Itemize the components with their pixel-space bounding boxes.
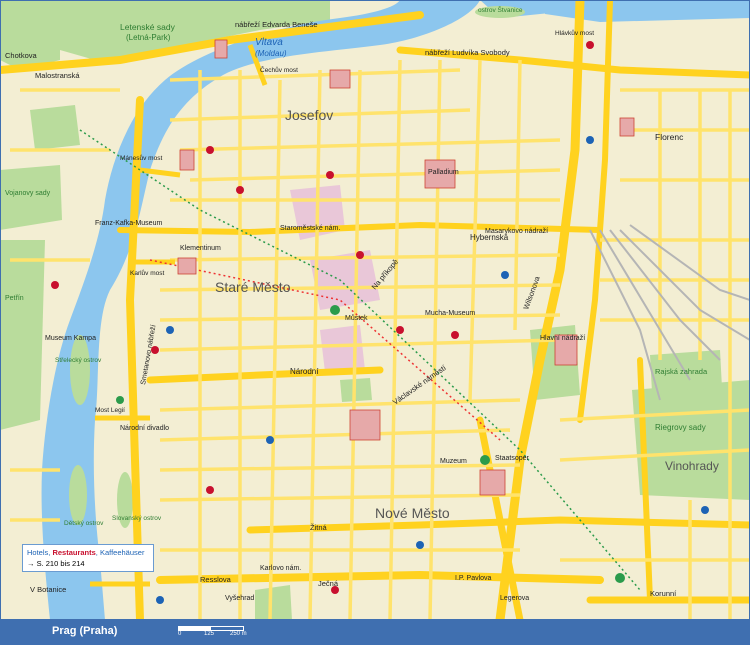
label-pavlova: I.P. Pavlova xyxy=(455,575,492,582)
label-legerova: Legerova xyxy=(500,595,529,602)
petrin-park xyxy=(0,240,45,430)
label-mucha: Mucha-Museum xyxy=(425,310,475,317)
label-letenske-sady: Letenské sady xyxy=(120,22,176,32)
label-staatsoper: Staatsoper xyxy=(495,455,530,462)
label-cechuv: Čechův most xyxy=(260,65,298,74)
restaurant-marker xyxy=(151,346,159,354)
label-klementinum: Klementinum xyxy=(180,245,221,252)
label-chotkova: Chotkova xyxy=(5,51,38,60)
label-petrin: Petřín xyxy=(5,295,24,302)
metro-marker xyxy=(615,573,625,583)
legend-box: Hotels, Restaurants, Kaffeehäuser → S. 2… xyxy=(22,544,154,572)
label-korunni: Korunní xyxy=(650,589,677,598)
label-riegrovy: Riegrovy sady xyxy=(655,423,706,432)
legend-page-ref: → S. 210 bis 214 xyxy=(27,559,85,568)
label-letna-park: (Letná-Park) xyxy=(126,33,171,42)
restaurant-marker xyxy=(356,251,364,259)
label-florenc: Florenc xyxy=(655,132,684,142)
restaurant-marker xyxy=(206,486,214,494)
hotel-marker xyxy=(416,541,424,549)
label-narodni-divadlo: Národní divadlo xyxy=(120,425,169,432)
vojanovy-sady-park xyxy=(0,165,62,230)
map-canvas: Letenské sady (Letná-Park) Vltava (Molda… xyxy=(0,0,750,620)
florenc-block xyxy=(619,117,635,137)
label-karlsbrucke: Karlův most xyxy=(130,269,165,277)
label-moldau: (Moldau) xyxy=(255,49,287,58)
label-malostranska: Malostranská xyxy=(35,71,80,80)
city-map[interactable]: Letenské sady (Letná-Park) Vltava (Molda… xyxy=(0,0,750,620)
label-strelecky: Střelecký ostrov xyxy=(55,357,102,364)
scale-mid: 125 xyxy=(204,631,215,637)
restaurant-marker xyxy=(206,146,214,154)
label-nabrezi-svobody: nábřeží Ludvíka Svobody xyxy=(425,48,510,57)
karlovo-park xyxy=(255,585,292,620)
clementinum-block xyxy=(177,257,197,275)
lucerna-block xyxy=(349,409,381,441)
jungmann-zone xyxy=(320,325,365,372)
label-hlavkuv: Hlávkův most xyxy=(555,29,594,37)
rudolfinum-block xyxy=(179,149,195,171)
label-nove-mesto: Nové Město xyxy=(375,505,450,521)
staatsoper-block xyxy=(479,469,506,496)
restaurant-marker xyxy=(451,331,459,339)
label-zitna: Žitná xyxy=(310,523,328,532)
label-vojanovy: Vojanovy sady xyxy=(5,190,51,197)
restaurant-marker xyxy=(586,41,594,49)
label-vinohrady: Vinohrady xyxy=(665,459,719,473)
hotel-marker xyxy=(501,271,509,279)
hotel-marker xyxy=(156,596,164,604)
agnes-block xyxy=(329,69,351,89)
label-josefov: Josefov xyxy=(285,107,333,123)
metro-marker xyxy=(330,305,340,315)
label-palladium: Palladium xyxy=(428,169,459,176)
hotel-marker xyxy=(701,506,709,514)
label-rajska: Rajská zahrada xyxy=(655,367,708,376)
scale-end: 250 m xyxy=(230,631,247,637)
valdstejn-park xyxy=(30,105,80,150)
label-kafka: Franz-Kafka-Museum xyxy=(95,220,162,227)
restaurant-marker xyxy=(396,326,404,334)
label-muzeum: Muzeum xyxy=(440,458,467,465)
legend-cafes: , Kaffeehäuser xyxy=(95,548,145,557)
label-masaryk: Masarykovo nádraží xyxy=(485,228,548,235)
label-hlavni: Hlavní nádraží xyxy=(540,335,585,342)
label-detsky: Dětský ostrov xyxy=(64,520,104,527)
restaurant-marker xyxy=(331,586,339,594)
label-resslova: Resslova xyxy=(200,575,232,584)
detsky-ostrov xyxy=(69,465,87,525)
label-karlovo: Karlovo nám. xyxy=(260,565,301,572)
label-mustek: Můstek xyxy=(345,314,368,322)
riegrovy-sady-park xyxy=(632,380,750,500)
label-manes: Mánesův most xyxy=(120,154,162,162)
label-slovansky: Slovanský ostrov xyxy=(112,515,162,522)
hotel-marker xyxy=(166,326,174,334)
restaurant-marker xyxy=(326,171,334,179)
map-footer: Prag (Praha) 0 125 250 m xyxy=(0,620,750,645)
label-kampa: Museum Kampa xyxy=(45,335,96,342)
restaurant-marker xyxy=(236,186,244,194)
label-vysehrad: Vyšehrad xyxy=(225,595,254,602)
label-narodni: Národní xyxy=(290,367,319,376)
restaurant-marker xyxy=(51,281,59,289)
cafe-marker xyxy=(116,396,124,404)
hotel-marker xyxy=(586,136,594,144)
metro-marker xyxy=(480,455,490,465)
label-botanice: V Botanice xyxy=(30,585,66,594)
scale-zero: 0 xyxy=(178,631,182,637)
label-stare-mesto: Staré Město xyxy=(215,279,291,295)
hotel-marker xyxy=(266,436,274,444)
scale-bar: 0 125 250 m xyxy=(178,626,248,638)
letna-block xyxy=(214,39,228,59)
legend-restaurants: Restaurants xyxy=(52,548,96,557)
legend-hotels: Hotels, xyxy=(27,548,53,557)
map-title: Prag (Praha) xyxy=(52,625,118,637)
strelecky-ostrov xyxy=(70,335,90,405)
label-vltava: Vltava xyxy=(255,37,283,48)
label-legie: Most Legií xyxy=(95,407,125,414)
label-nabrezi-benese: nábřeží Edvarda Beneše xyxy=(235,20,318,29)
label-stvanice: ostrov Štvanice xyxy=(478,5,523,14)
label-staromestske: Staroměstské nám. xyxy=(280,225,340,232)
